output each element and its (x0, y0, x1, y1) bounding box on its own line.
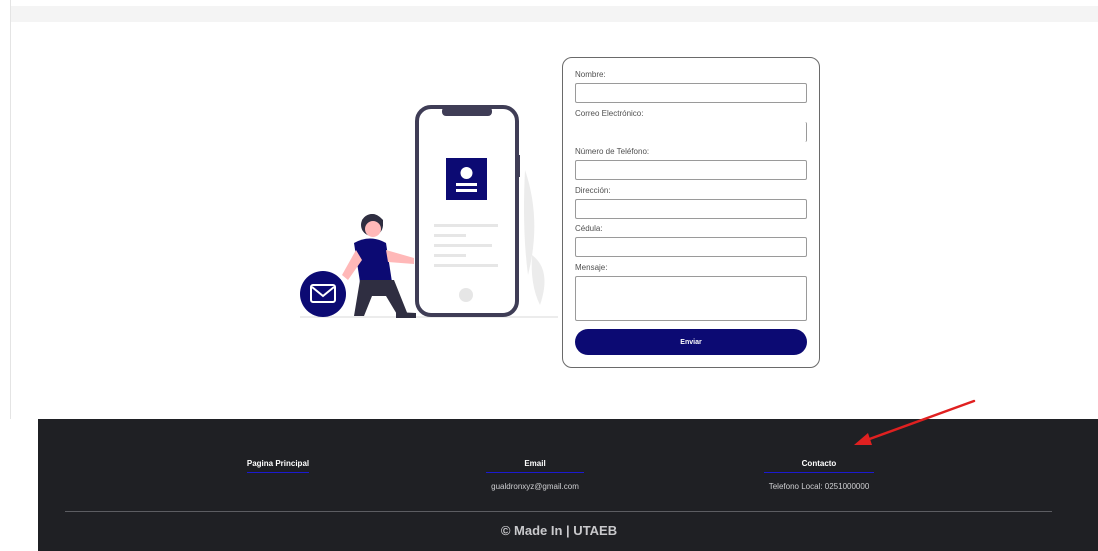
top-header-band (11, 6, 1098, 22)
message-textarea[interactable] (575, 276, 807, 321)
email-label: Correo Electrónico: (575, 109, 644, 118)
contact-illustration (300, 105, 558, 318)
id-card-input[interactable] (575, 237, 807, 257)
footer-contact-column: Contacto Telefono Local: 0251000000 (744, 453, 894, 491)
address-input[interactable] (575, 199, 807, 219)
phone-input[interactable] (575, 160, 807, 180)
phone-label: Número de Teléfono: (575, 147, 650, 156)
name-label: Nombre: (575, 70, 606, 79)
footer-email-title: Email (486, 459, 584, 473)
footer-contact-title: Contacto (763, 459, 875, 473)
footer-divider (65, 511, 1052, 512)
contact-form: Nombre: Correo Electrónico: Número de Te… (562, 57, 820, 368)
footer-home-column: Pagina Principal (203, 453, 353, 473)
message-label: Mensaje: (575, 263, 608, 272)
footer-contact-phone: Telefono Local: 0251000000 (768, 482, 870, 491)
submit-button[interactable]: Enviar (575, 329, 807, 355)
page-left-border (10, 0, 11, 419)
email-input[interactable] (575, 122, 807, 142)
footer-email-column: Email gualdronxyz@gmail.com (460, 453, 610, 491)
annotation-arrow-icon (854, 399, 976, 445)
id-card-label: Cédula: (575, 224, 603, 233)
footer-home-link[interactable]: Pagina Principal (246, 459, 310, 473)
copyright-text: © Made In | UTAEB (500, 523, 618, 538)
name-input[interactable] (575, 83, 807, 103)
address-label: Dirección: (575, 186, 611, 195)
footer-email-address[interactable]: gualdronxyz@gmail.com (460, 482, 610, 491)
